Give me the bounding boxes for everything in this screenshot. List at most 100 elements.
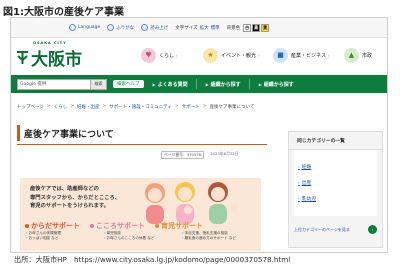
category-label: 市政: [362, 52, 373, 59]
childcare-support-heading: 育児サポート: [155, 221, 203, 231]
sidebar-link-label: 乳幼児: [301, 197, 317, 202]
bg-white-button[interactable]: 白: [243, 23, 252, 32]
chevron-right-icon: ›: [328, 52, 330, 58]
mothers-illustration: [145, 182, 239, 224]
update-date: 2023年8月31日: [210, 151, 239, 156]
city-mark-icon: [17, 51, 28, 64]
browser-screenshot: Language ふりがな 読み上げ 文字サイズ 拡大 標準 背景色 白 黒 黄…: [10, 17, 388, 253]
site-logo[interactable]: OSAKA CITY 大阪市: [16, 41, 86, 71]
furigana-label: ふりがな: [116, 25, 135, 31]
heading-text: からだサポート: [31, 222, 80, 230]
breadcrumb-separator: >: [102, 104, 107, 109]
event-icon: ★: [203, 47, 218, 63]
chevron-right-icon: ▶: [152, 81, 156, 87]
chevron-right-icon: ›: [176, 52, 178, 58]
category-city-govt[interactable]: ▲ 市政: [344, 43, 372, 67]
banner-text-line: 育児のサポートをうけられます。: [30, 203, 109, 209]
search-button[interactable]: 検索: [90, 79, 106, 89]
heading-text: 育児サポート: [161, 222, 203, 230]
childcare-support-details: ・沐浴支援、授乳支援の相談 ・離乳食の進め方のサポート など: [181, 231, 259, 241]
breadcrumb-item[interactable]: サポート: [182, 104, 200, 110]
parent-category-label: 上位カテゴリーのページを見る: [294, 226, 350, 232]
bg-color-group: 背景色 白 黒 黄: [226, 23, 270, 32]
detail-line: ・離乳食の進め方のサポート など: [181, 236, 237, 240]
sidebar-link-pregnancy[interactable]: › 妊娠: [298, 163, 373, 170]
global-nav: Google 提供 検索 検索ヘルプ ▶ よくある質問 ▶ 組織から探す ▶ 組織から…: [11, 75, 387, 93]
category-business[interactable]: ■ 産業・ビジネス ›: [273, 43, 330, 67]
nav-organizations-2[interactable]: ▶ 組織から探す: [259, 81, 294, 88]
utility-bar: Language ふりがな 読み上げ 文字サイズ 拡大 標準 背景色 白 黒 黄: [11, 18, 387, 38]
banner-lead-text: 産後ケアでは、助産師などの 専門スタッフから、からだとこころ、 育児のサポートを…: [30, 185, 120, 211]
mind-support-heading: こころサポート: [90, 221, 145, 231]
breadcrumb-item[interactable]: サポート・施設・コミュニティ: [109, 104, 172, 110]
chevron-right-icon: ▶: [258, 81, 262, 87]
category-living[interactable]: ♥ くらし ›: [141, 43, 178, 67]
building-icon: ■: [273, 47, 288, 63]
bullet-icon: [25, 224, 29, 228]
nav-divider: [195, 79, 197, 89]
category-label: イベント・観光: [221, 52, 257, 59]
sidebar-link-label: 妊娠: [301, 165, 312, 170]
figure-caption: 図1:大阪市の産後ケア事業: [3, 7, 124, 18]
banner-text-line: 専門スタッフから、からだとこころ、: [30, 194, 121, 201]
read-aloud-link[interactable]: 読み上げ: [141, 24, 168, 31]
language-link[interactable]: Language: [69, 24, 100, 31]
page-id: ページ番号：370578: [161, 151, 205, 159]
breadcrumb-item[interactable]: トップページ: [17, 104, 44, 110]
detail-line: ・おっぱい相談 など: [25, 236, 59, 240]
sidebar-link-list: › 妊娠 › 出産 › 乳幼児: [294, 150, 377, 216]
sidebar-link-birth[interactable]: › 出産: [298, 179, 373, 186]
sidebar-link-label: 出産: [301, 181, 312, 186]
nav-label: よくある質問: [157, 81, 188, 88]
body-support-heading: からだサポート: [25, 221, 80, 231]
bg-black-button[interactable]: 黒: [252, 23, 261, 32]
nav-organizations[interactable]: ▶ 組織から探す: [206, 81, 241, 88]
nav-label: 組織から探す: [263, 81, 294, 88]
sidebar-link-infants[interactable]: › 乳幼児: [298, 195, 373, 202]
postpartum-care-banner: 産後ケアでは、助産師などの 専門スタッフから、からだとこころ、 育児のサポートを…: [20, 178, 261, 251]
furigana-link[interactable]: ふりがな: [107, 24, 134, 31]
chevron-right-icon: ›: [298, 180, 300, 185]
bullet-icon: [90, 224, 94, 228]
parent-category-link[interactable]: 上位カテゴリーのページを見る ›: [294, 225, 377, 234]
chevron-right-icon: ›: [298, 164, 300, 169]
text-size-group: 文字サイズ 拡大 標準: [175, 25, 219, 31]
globe-icon: [69, 24, 76, 31]
search-help-button[interactable]: 検索ヘルプ: [113, 80, 144, 88]
nav-faq[interactable]: ▶ よくある質問: [153, 81, 188, 88]
search-input[interactable]: Google 提供 検索: [17, 78, 107, 90]
logo-text: 大阪市: [31, 50, 82, 70]
text-enlarge-button[interactable]: 拡大: [200, 25, 209, 31]
breadcrumb-item[interactable]: 妊娠・出産: [77, 104, 100, 110]
breadcrumb-separator: >: [70, 104, 74, 109]
page-title: 産後ケア事業について: [17, 125, 267, 141]
chevron-right-icon: ▶: [205, 81, 209, 87]
city-hall-icon: ▲: [344, 47, 359, 63]
category-sidebar: 同じカテゴリーの一覧 › 妊娠 › 出産 › 乳幼児 上位カテゴリーのページを見る ›: [288, 131, 383, 248]
language-label: Language: [78, 25, 101, 30]
bg-yellow-button[interactable]: 黄: [261, 23, 270, 32]
read-aloud-label: 読み上げ: [150, 25, 169, 31]
chevron-right-icon: ›: [258, 52, 260, 58]
search-placeholder: Google 提供: [20, 82, 47, 87]
mind-support-details: ・育児相談 ・お母さんのこころの休養 など: [103, 231, 181, 241]
bg-color-label: 背景色: [226, 25, 241, 31]
category-label: くらし: [159, 52, 175, 59]
breadcrumb-item[interactable]: くらし: [54, 104, 68, 110]
body-support-details: ・お母さんの体調管理 ・おっぱい相談 など: [25, 231, 103, 241]
chevron-right-icon: ›: [298, 196, 300, 201]
site-header: OSAKA CITY 大阪市 ♥ くらし › ★ イベント・観光 › ■ 産業・ビジネス ›…: [11, 39, 387, 75]
text-standard-button[interactable]: 標準: [211, 25, 220, 31]
category-label: 産業・ビジネス: [291, 52, 327, 59]
chevron-right-icon: ›: [368, 225, 377, 234]
category-events[interactable]: ★ イベント・観光 ›: [203, 43, 260, 67]
banner-text-line: 産後ケアでは、助産師などの: [30, 186, 99, 192]
nav-divider: [248, 79, 250, 89]
text-size-label: 文字サイズ: [175, 25, 198, 31]
breadcrumb: トップページ > くらし > 妊娠・出産 > サポート・施設・コミュニティ > サポート…: [17, 104, 257, 110]
nav-label: 組織から探す: [210, 81, 241, 88]
page-meta: ページ番号：370578 2023年8月31日: [161, 151, 239, 159]
detail-line: ・お母さんのこころの休養 など: [103, 236, 155, 240]
breadcrumb-current: 産後ケア事業について: [209, 105, 255, 110]
source-note: 出所：大阪市HP https://www.city.osaka.lg.jp/ko…: [14, 255, 291, 264]
